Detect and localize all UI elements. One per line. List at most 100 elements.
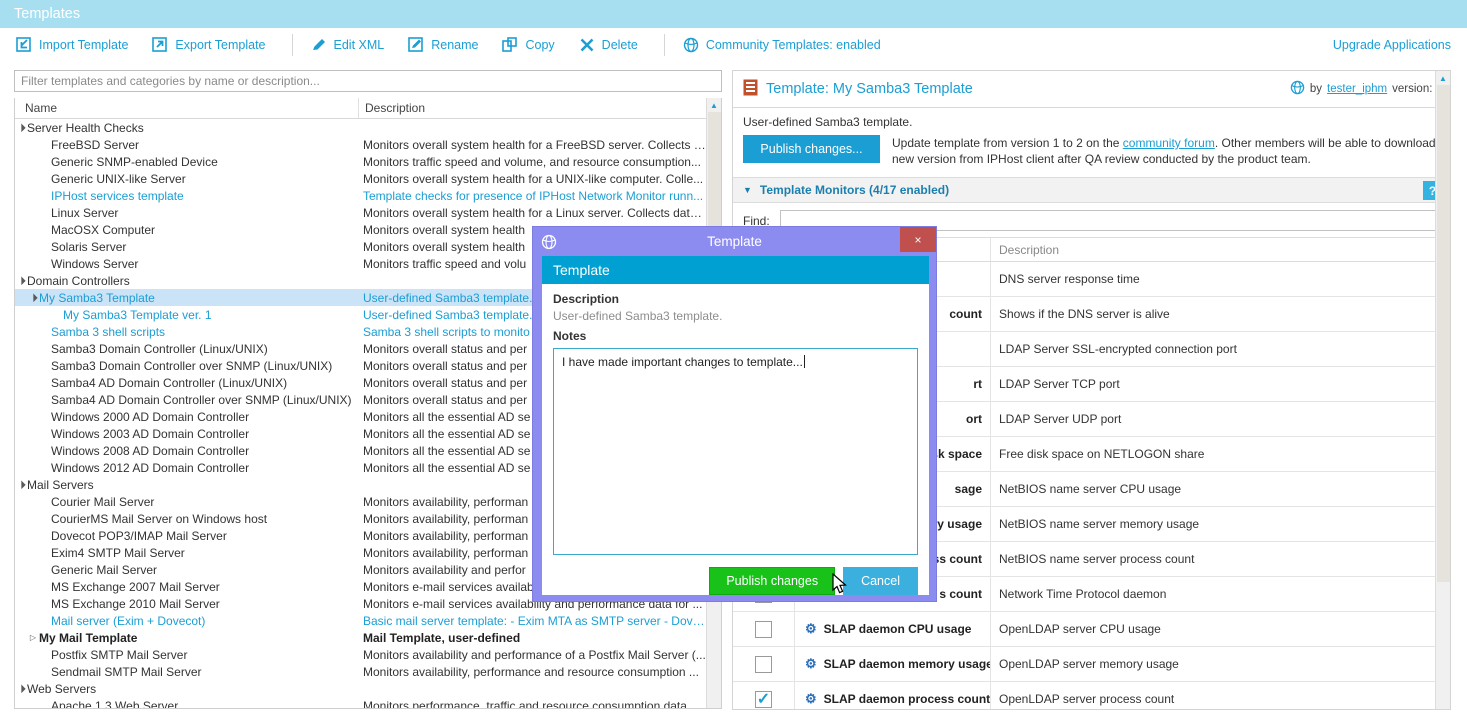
tree-item-label: Generic Mail Server (51, 562, 158, 577)
upgrade-applications-link[interactable]: Upgrade Applications (1333, 38, 1451, 52)
author-link[interactable]: tester_iphm (1327, 83, 1387, 95)
filter-placeholder: Filter templates and categories by name … (21, 74, 320, 88)
publish-row: Publish changes... Update template from … (733, 131, 1450, 177)
table-row[interactable]: ◢ Server Health Checks (15, 119, 721, 136)
dialog-publish-changes-button[interactable]: Publish changes (709, 567, 836, 595)
monitor-description-cell: NetBIOS name server memory usage (999, 517, 1200, 531)
expander-closed-icon[interactable]: ▷ (27, 633, 39, 642)
import-template-button[interactable]: Import Template (12, 35, 138, 55)
tree-item-label: Mail Servers (27, 477, 94, 492)
tree-item-label: Samba3 Domain Controller over SNMP (Linu… (51, 358, 333, 373)
publish-help-text: Update template from version 1 to 2 on t… (892, 135, 1440, 167)
tree-item-name-cell: Exim4 SMTP Mail Server (15, 546, 359, 560)
monitor-enabled-checkbox[interactable] (755, 655, 772, 673)
tree-item-name-cell: Samba 3 shell scripts (15, 325, 359, 339)
tree-item-name-cell: MS Exchange 2010 Mail Server (15, 597, 359, 611)
tree-item-name-cell: Samba4 AD Domain Controller over SNMP (L… (15, 393, 359, 407)
column-header-description[interactable]: Description (359, 98, 721, 118)
tree-item-label: Samba4 AD Domain Controller (Linux/UNIX) (51, 375, 288, 390)
publish-changes-button[interactable]: Publish changes... (743, 135, 880, 163)
dialog-title-bar: Template × (533, 227, 936, 256)
column-header-monitor-description[interactable]: Description (991, 238, 1450, 261)
gear-icon: ⚙ (805, 621, 817, 636)
pencil-icon (311, 37, 327, 53)
table-row[interactable]: ◢ Web Servers (15, 680, 721, 697)
table-row[interactable]: Mail server (Exim + Dovecot) Basic mail s… (15, 612, 721, 629)
tree-item-name-cell: ◢ Web Servers (15, 682, 359, 696)
tree-item-description: Monitors overall system health for a UNI… (363, 171, 704, 186)
tree-item-label: Postfix SMTP Mail Server (51, 647, 188, 662)
column-header-name[interactable]: Name (15, 98, 359, 118)
table-row[interactable]: Generic SNMP-enabled Device Monitors traf… (15, 153, 721, 170)
dialog-body: Template Description User-defined Samba3… (542, 256, 929, 595)
table-row[interactable]: Postfix SMTP Mail Server Monitors availab… (15, 646, 721, 663)
tree-item-label: Apache 1.3 Web Server (51, 698, 179, 709)
chevron-down-icon: ▼ (743, 185, 752, 195)
table-row[interactable]: Linux Server Monitors overall system heal… (15, 204, 721, 221)
monitor-enabled-cell (733, 612, 795, 646)
template-monitors-section-header[interactable]: ▼ Template Monitors (4/17 enabled) ? (733, 177, 1450, 203)
template-dialog: Template × Template Description User-def… (532, 226, 937, 602)
toolbar: Import Template Export Template Edit XML… (0, 28, 1467, 62)
monitor-row[interactable]: ⚙ SLAP daemon CPU usage OpenLDAP server CP… (733, 612, 1450, 647)
tree-item-label: CourierMS Mail Server on Windows host (51, 511, 268, 526)
table-row[interactable]: ▷ My Mail Template Mail Template, user-def… (15, 629, 721, 646)
tree-item-description: Basic mail server template: - Exim MTA a… (363, 613, 707, 628)
right-scrollbar[interactable]: ▲ (1435, 71, 1450, 709)
toolbar-divider-2 (663, 33, 665, 56)
copy-button[interactable]: Copy (498, 35, 564, 55)
right-scroll-thumb[interactable] (1437, 85, 1450, 582)
monitor-description-cell: LDAP Server SSL-encrypted connection por… (999, 342, 1237, 356)
scroll-up-icon[interactable]: ▲ (707, 98, 721, 112)
dialog-description-section: Description User-defined Samba3 template… (542, 284, 929, 343)
tree-item-name-cell: ◢ Domain Controllers (15, 274, 359, 288)
monitor-name-label: ort (966, 412, 982, 426)
right-scroll-up-icon[interactable]: ▲ (1436, 71, 1450, 85)
tree-item-label: Sendmail SMTP Mail Server (51, 664, 202, 679)
tree-item-label: Windows 2008 AD Domain Controller (51, 443, 250, 458)
dialog-close-button[interactable]: × (900, 227, 936, 252)
rename-button[interactable]: Rename (404, 35, 488, 55)
monitor-name-label: SLAP daemon memory usage (823, 657, 991, 671)
template-author-meta: by tester_iphm version: 2 (1290, 80, 1442, 98)
tree-item-label: IPHost services template (51, 188, 184, 203)
copy-label: Copy (525, 37, 555, 52)
template-title-text: Template: My Samba3 Template (766, 81, 973, 97)
community-templates-label: Community Templates: enabled (705, 37, 881, 52)
monitor-enabled-checkbox[interactable]: ✓ (755, 690, 772, 708)
tree-item-label: MS Exchange 2010 Mail Server (51, 596, 220, 611)
tree-item-name-cell: Windows 2003 AD Domain Controller (15, 427, 359, 441)
monitor-description-cell: NetBIOS name server process count (999, 552, 1195, 566)
table-row[interactable]: FreeBSD Server Monitors overall system he… (15, 136, 721, 153)
monitor-name-label: rt (973, 377, 982, 391)
tree-item-label: Exim4 SMTP Mail Server (51, 545, 185, 560)
monitor-name-cell: ⚙ SLAP daemon memory usage (795, 647, 991, 681)
monitor-row[interactable]: ⚙ SLAP daemon memory usage OpenLDAP server… (733, 647, 1450, 682)
table-row[interactable]: Sendmail SMTP Mail Server Monitors availa… (15, 663, 721, 680)
export-template-button[interactable]: Export Template (148, 35, 275, 55)
filter-input[interactable]: Filter templates and categories by name … (14, 70, 722, 92)
monitor-enabled-checkbox[interactable] (755, 620, 772, 638)
delete-button[interactable]: Delete (575, 35, 648, 55)
dialog-notes-textarea[interactable]: I have made important changes to templat… (553, 348, 918, 555)
table-row[interactable]: Apache 1.3 Web Server Monitors performanc… (15, 697, 721, 709)
community-templates-button[interactable]: Community Templates: enabled (679, 35, 891, 55)
monitor-row[interactable]: ✓ ⚙ SLAP daemon process count OpenLDAP serv… (733, 682, 1450, 709)
dialog-description-label: Description (553, 292, 620, 306)
dialog-description-value: User-defined Samba3 template. (553, 309, 723, 323)
tree-item-label: Web Servers (27, 681, 97, 696)
table-row[interactable]: Generic UNIX-like Server Monitors overall… (15, 170, 721, 187)
community-forum-link[interactable]: community forum (1123, 136, 1215, 150)
tree-item-description: Monitors availability, performance and r… (363, 664, 699, 679)
dialog-notes-label: Notes (553, 329, 587, 343)
tree-item-description: Monitors traffic speed and volume, and r… (363, 154, 701, 169)
dialog-title: Template (707, 234, 762, 249)
table-row[interactable]: IPHost services template Template checks … (15, 187, 721, 204)
globe-icon (683, 37, 699, 53)
templates-window: Templates Import Template Export Templat… (0, 0, 1467, 717)
tree-item-label: Solaris Server (51, 239, 127, 254)
edit-xml-button[interactable]: Edit XML (307, 35, 395, 55)
tree-item-name-cell: My Samba3 Template ver. 1 (15, 308, 359, 322)
mouse-cursor (832, 572, 850, 600)
dialog-cancel-button[interactable]: Cancel (843, 567, 918, 595)
